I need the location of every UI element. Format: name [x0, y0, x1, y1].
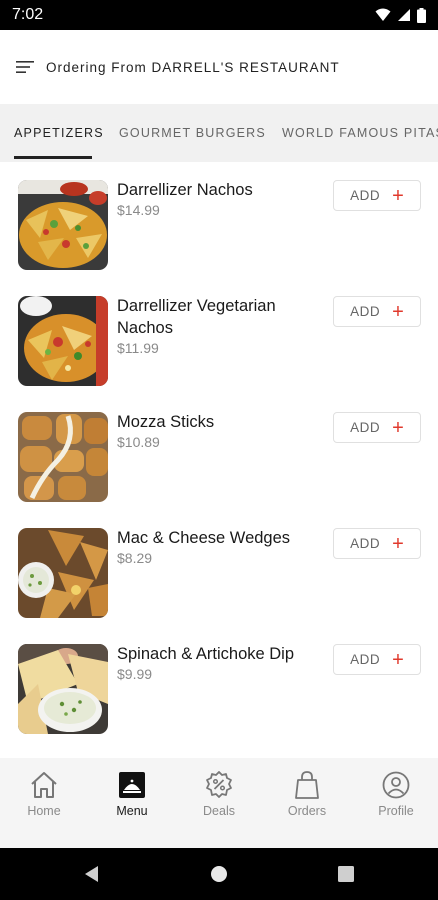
- item-price: $8.29: [117, 550, 153, 566]
- status-icons: [375, 7, 426, 23]
- item-name: Mac & Cheese Wedges: [117, 529, 291, 547]
- back-icon[interactable]: [82, 864, 102, 884]
- item-price: $14.99: [117, 202, 160, 218]
- item-image-spinach-artichoke-dip: [18, 644, 108, 734]
- nav-deals[interactable]: Deals: [175, 758, 263, 848]
- bottom-navigation: Home Menu Deals Orders Profile: [0, 758, 438, 848]
- battery-icon: [417, 7, 426, 23]
- active-tab-indicator: [14, 156, 92, 159]
- profile-icon: [382, 771, 410, 799]
- item-image-vegetarian-nachos: [18, 296, 108, 386]
- add-button-label: ADD: [350, 652, 381, 667]
- item-image-mozza-sticks: [18, 412, 108, 502]
- status-time: 7:02: [12, 6, 44, 23]
- add-button[interactable]: ADD +: [333, 528, 421, 559]
- item-name: Darrellizer Vegetarian Nachos: [117, 297, 276, 337]
- nav-menu[interactable]: Menu: [88, 758, 176, 848]
- item-price: $11.99: [117, 340, 159, 356]
- home-circle-icon[interactable]: [210, 865, 228, 883]
- item-name: Mozza Sticks: [117, 413, 215, 431]
- restaurant-header: Ordering From DARRELL'S RESTAURANT: [0, 30, 438, 104]
- menu-item[interactable]: Darrellizer Vegetarian Nachos $11.99 ADD…: [0, 278, 438, 394]
- nav-label: Home: [27, 804, 61, 818]
- nav-orders[interactable]: Orders: [263, 758, 351, 848]
- item-name: Spinach & Artichoke Dip: [117, 645, 295, 663]
- add-button-label: ADD: [350, 536, 381, 551]
- hamburger-menu-icon[interactable]: [16, 59, 36, 75]
- add-button[interactable]: ADD +: [333, 644, 421, 675]
- category-tabs: APPETIZERS GOURMET BURGERS WORLD FAMOUS …: [0, 104, 438, 162]
- nav-home[interactable]: Home: [0, 758, 88, 848]
- add-button-label: ADD: [350, 188, 381, 203]
- item-name: Darrellizer Nachos: [117, 181, 253, 199]
- menu-item[interactable]: Mac & Cheese Wedges $8.29 ADD +: [0, 510, 438, 626]
- signal-icon: [398, 9, 410, 21]
- plus-icon: +: [392, 648, 404, 671]
- plus-icon: +: [392, 300, 404, 323]
- item-price: $9.99: [117, 666, 153, 682]
- plus-icon: +: [392, 184, 404, 207]
- nav-profile[interactable]: Profile: [352, 758, 438, 848]
- item-image-mac-cheese-wedges: [18, 528, 108, 618]
- nav-label: Menu: [116, 804, 148, 818]
- item-image-nachos: [18, 180, 108, 270]
- tab-world-famous-pitas[interactable]: WORLD FAMOUS PITAS: [282, 104, 438, 162]
- shopping-bag-icon: [295, 771, 319, 799]
- plus-icon: +: [392, 532, 404, 555]
- add-button-label: ADD: [350, 304, 381, 319]
- plus-icon: +: [392, 416, 404, 439]
- menu-item[interactable]: Mozza Sticks $10.89 ADD +: [0, 394, 438, 510]
- nav-label: Orders: [287, 804, 327, 818]
- status-bar: 7:02: [0, 0, 438, 30]
- add-button[interactable]: ADD +: [333, 296, 421, 327]
- nav-label: Deals: [203, 804, 235, 818]
- ordering-from-label[interactable]: Ordering From DARRELL'S RESTAURANT: [46, 60, 340, 75]
- tab-appetizers[interactable]: APPETIZERS: [14, 104, 104, 162]
- menu-item[interactable]: Spinach & Artichoke Dip $9.99 ADD +: [0, 626, 438, 742]
- add-button-label: ADD: [350, 420, 381, 435]
- menu-tray-icon: [119, 772, 145, 798]
- add-button[interactable]: ADD +: [333, 412, 421, 443]
- menu-item-list[interactable]: Darrellizer Nachos $14.99 ADD + Darrelli…: [0, 162, 438, 758]
- nav-label: Profile: [378, 804, 414, 818]
- deals-badge-icon: [206, 771, 232, 798]
- system-navigation-bar: [0, 848, 438, 900]
- menu-item[interactable]: Darrellizer Nachos $14.99 ADD +: [0, 162, 438, 278]
- recents-icon[interactable]: [338, 866, 354, 882]
- home-icon: [31, 772, 57, 798]
- add-button[interactable]: ADD +: [333, 180, 421, 211]
- item-price: $10.89: [117, 434, 160, 450]
- wifi-icon: [375, 8, 391, 21]
- tab-gourmet-burgers[interactable]: GOURMET BURGERS: [119, 104, 266, 162]
